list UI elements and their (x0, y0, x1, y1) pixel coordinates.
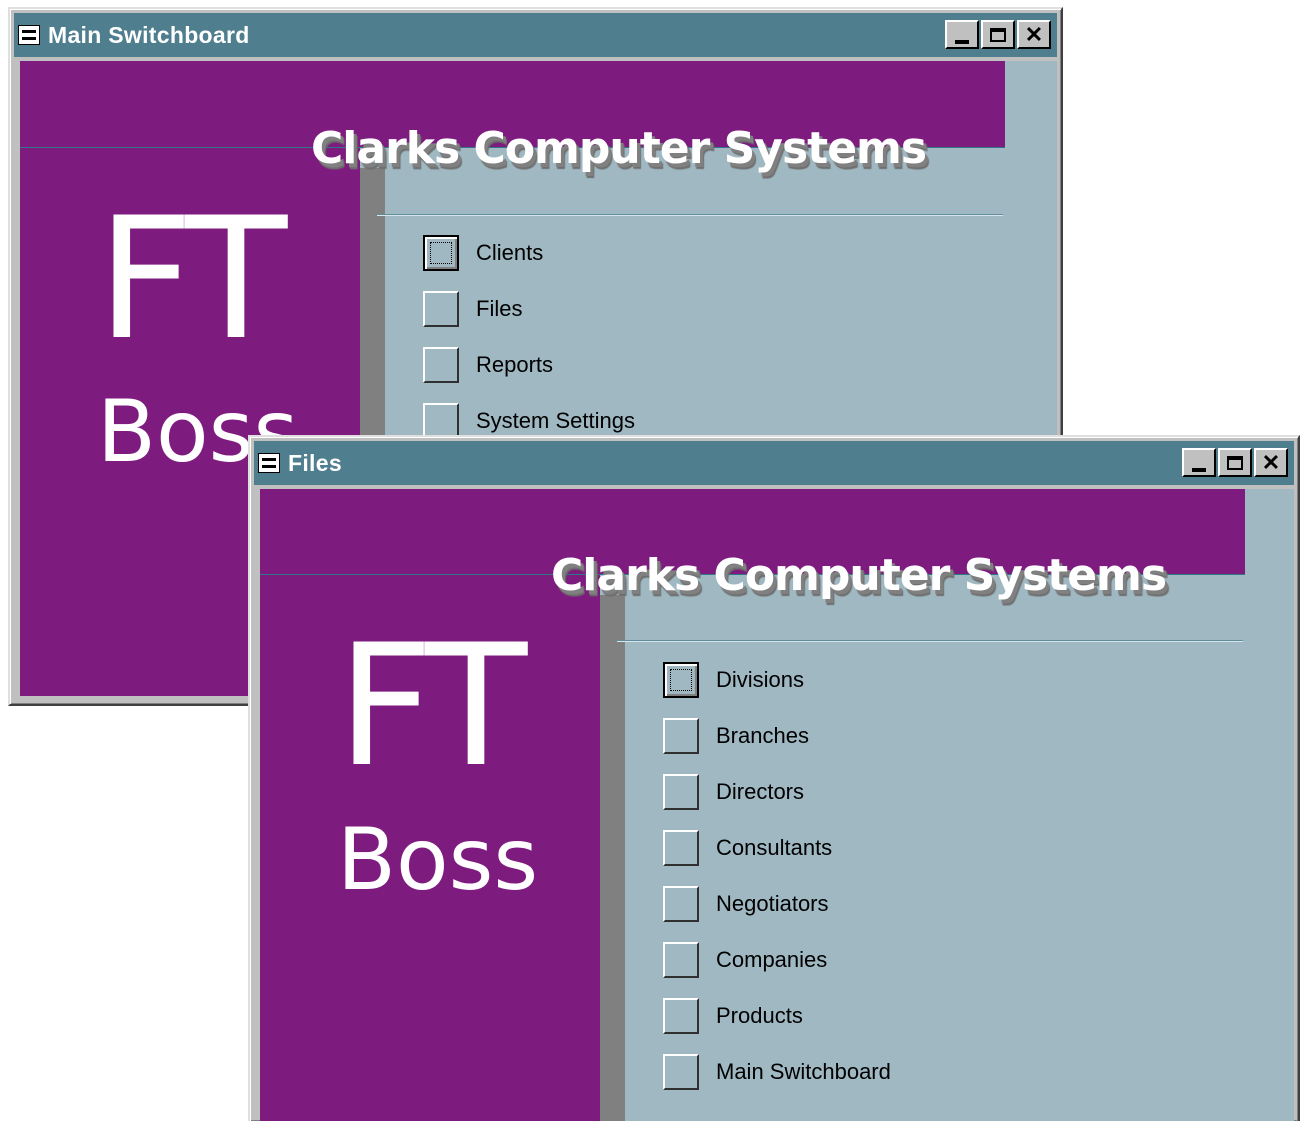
menu-item-negotiators[interactable]: Negotiators (663, 876, 891, 932)
logo-ft: FT (97, 181, 287, 377)
switchboard-menu: Divisions Branches Directors Consultants… (663, 652, 891, 1100)
menu-item-label: Divisions (716, 667, 805, 692)
menu-item-reports[interactable]: Reports (423, 337, 635, 393)
close-icon: ✕ (1024, 21, 1044, 47)
menu-item-companies[interactable]: Companies (663, 932, 891, 988)
maximize-button[interactable] (1218, 448, 1252, 477)
menu-item-label: Main Switchboard (716, 1059, 891, 1084)
files-form: FT Boss Clarks Computer Systems Division… (260, 489, 1294, 1121)
close-button[interactable]: ✕ (1254, 448, 1288, 477)
maximize-icon (990, 27, 1006, 42)
menu-item-label: Branches (716, 723, 809, 748)
menu-item-label: Consultants (716, 835, 833, 860)
logo-boss: Boss (337, 810, 539, 910)
menu-item-label: System Settings (476, 408, 635, 433)
menu-item-main-switchboard[interactable]: Main Switchboard (663, 1044, 891, 1100)
companies-button[interactable] (663, 942, 699, 978)
system-settings-button[interactable] (423, 403, 459, 439)
logo-ft: FT (337, 608, 527, 804)
window-title: Files (288, 449, 342, 476)
menu-item-label: Files (476, 296, 523, 321)
switchboard-menu: Clients Files Reports System Settings (423, 225, 635, 449)
window-title: Main Switchboard (48, 21, 250, 48)
close-button[interactable]: ✕ (1017, 20, 1051, 49)
minimize-icon (1192, 467, 1206, 472)
directors-button[interactable] (663, 774, 699, 810)
menu-item-label: Negotiators (716, 891, 829, 916)
files-title-bar[interactable]: Files ✕ (254, 441, 1294, 485)
menu-item-label: Reports (476, 352, 554, 377)
menu-item-consultants[interactable]: Consultants (663, 820, 891, 876)
maximize-button[interactable] (981, 20, 1015, 49)
main-switchboard-button[interactable] (663, 1054, 699, 1090)
menu-item-label: Clients (476, 240, 544, 265)
form-icon[interactable] (18, 25, 40, 45)
menu-item-label: Directors (716, 779, 805, 804)
menu-item-label: Products (716, 1003, 803, 1028)
panel-shadow (600, 595, 625, 1121)
menu-item-divisions[interactable]: Divisions (663, 652, 891, 708)
branches-button[interactable] (663, 718, 699, 754)
minimize-button[interactable] (945, 20, 979, 49)
minimize-icon (955, 39, 969, 44)
company-title: Clarks Computer Systems (311, 123, 927, 174)
form-icon[interactable] (258, 453, 280, 473)
files-window[interactable]: Files ✕ FT Boss Clarks Computer Systems … (248, 435, 1300, 1121)
maximize-icon (1227, 455, 1243, 470)
menu-item-directors[interactable]: Directors (663, 764, 891, 820)
menu-item-branches[interactable]: Branches (663, 708, 891, 764)
minimize-button[interactable] (1182, 448, 1216, 477)
menu-item-clients[interactable]: Clients (423, 225, 635, 281)
consultants-button[interactable] (663, 830, 699, 866)
divisions-button[interactable] (663, 662, 699, 698)
company-title: Clarks Computer Systems (551, 550, 1167, 601)
menu-separator (377, 214, 1003, 216)
main-switchboard-title-bar[interactable]: Main Switchboard ✕ (14, 13, 1057, 57)
clients-button[interactable] (423, 235, 459, 271)
menu-item-products[interactable]: Products (663, 988, 891, 1044)
menu-item-label: Companies (716, 947, 828, 972)
files-button[interactable] (423, 291, 459, 327)
reports-button[interactable] (423, 347, 459, 383)
close-icon: ✕ (1261, 449, 1281, 475)
menu-item-files[interactable]: Files (423, 281, 635, 337)
negotiators-button[interactable] (663, 886, 699, 922)
menu-separator (617, 640, 1243, 642)
products-button[interactable] (663, 998, 699, 1034)
